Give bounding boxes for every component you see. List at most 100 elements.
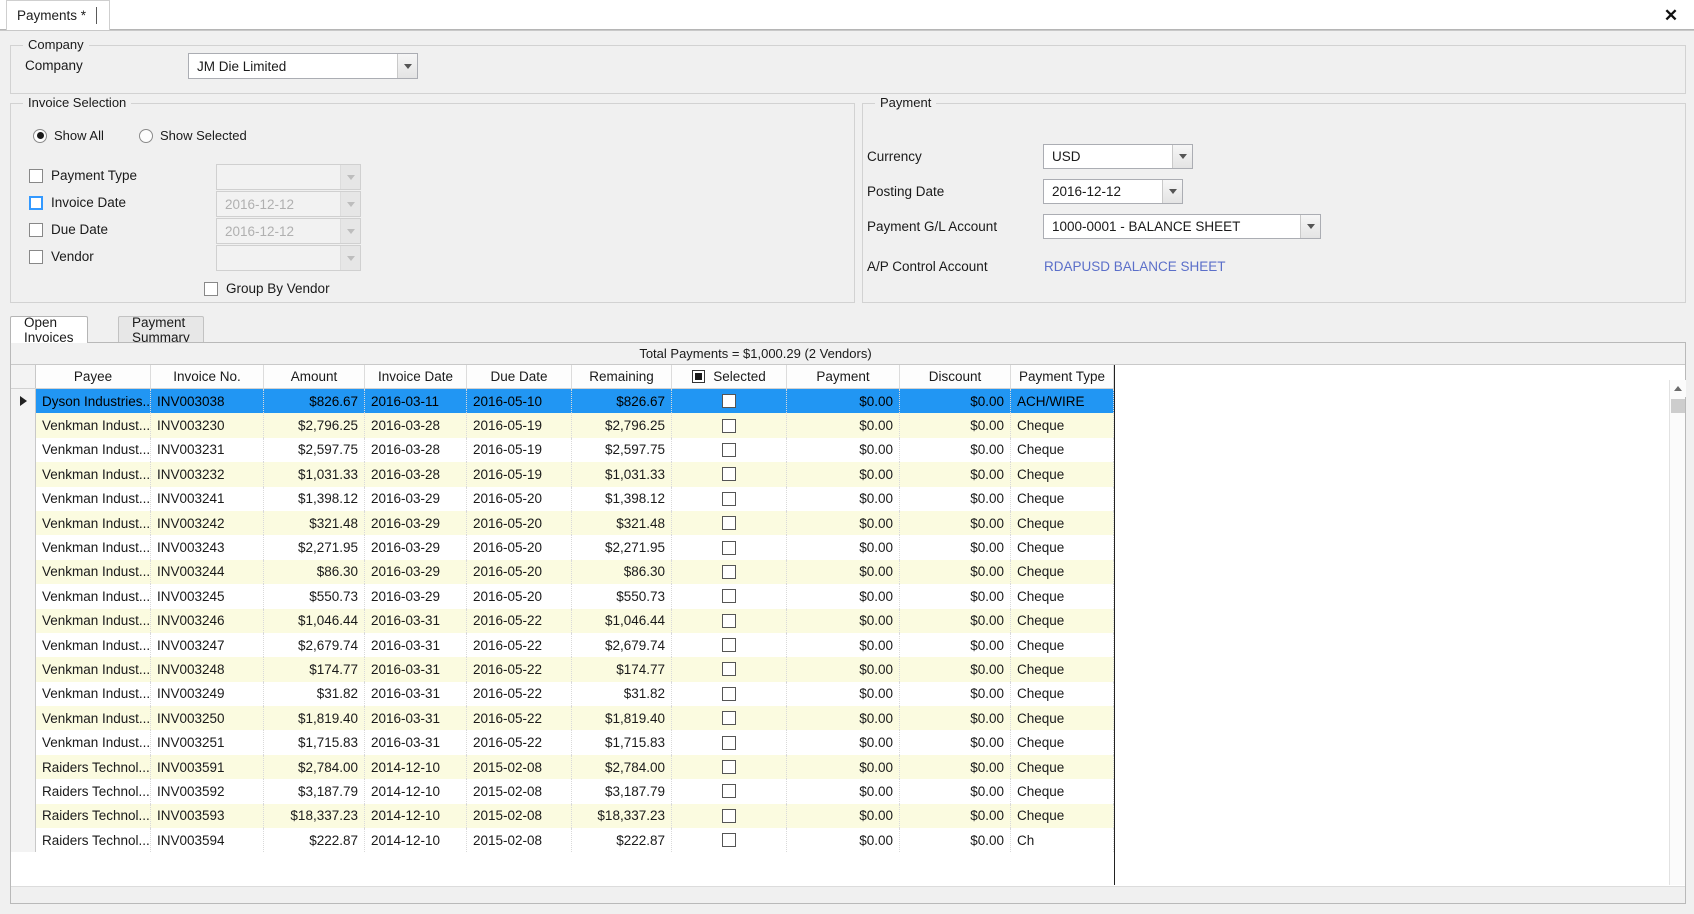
checkbox-icon[interactable] <box>722 833 736 848</box>
company-select[interactable]: JM Die Limited <box>188 53 418 79</box>
filter-invoice-date-select[interactable]: 2016-12-12 <box>216 191 361 217</box>
currency-select[interactable]: USD <box>1043 144 1193 169</box>
checkbox-icon[interactable] <box>722 589 736 604</box>
grid-header-payment-type[interactable]: Payment Type <box>1011 365 1114 388</box>
chevron-down-icon[interactable] <box>1172 145 1192 168</box>
scrollbar-thumb[interactable] <box>1671 399 1685 413</box>
table-row[interactable]: Raiders Technol... INV003591 $2,784.00 2014… <box>11 754 1114 780</box>
tab-payment-summary[interactable]: Payment Summary <box>118 315 204 345</box>
table-row[interactable]: Venkman Indust... INV003243 $2,271.95 2016-… <box>11 535 1114 560</box>
row-indicator[interactable] <box>11 584 36 609</box>
radio-show-selected[interactable]: Show Selected <box>139 128 247 143</box>
table-row[interactable]: Venkman Indust... INV003242 $321.48 2016-03… <box>11 510 1114 536</box>
grid-header-amount[interactable]: Amount <box>264 365 365 388</box>
table-row[interactable]: Dyson Industries... INV003038 $826.67 2016-… <box>11 389 1114 414</box>
table-row[interactable]: Venkman Indust... INV003232 $1,031.33 2016-… <box>11 462 1114 487</box>
chevron-down-icon[interactable] <box>397 54 417 78</box>
chevron-down-icon[interactable] <box>340 219 360 243</box>
cell-selected-checkbox[interactable] <box>672 632 787 658</box>
checkbox-icon[interactable] <box>722 467 736 482</box>
cell-selected-checkbox[interactable] <box>672 779 787 804</box>
row-indicator[interactable] <box>11 706 36 731</box>
table-row[interactable]: Venkman Indust... INV003245 $550.73 2016-03… <box>11 584 1114 609</box>
checkbox-icon[interactable] <box>722 540 736 555</box>
cell-selected-checkbox[interactable] <box>672 510 787 536</box>
cell-selected-checkbox[interactable] <box>672 535 787 560</box>
row-indicator[interactable] <box>11 559 36 585</box>
row-indicator[interactable] <box>11 657 36 682</box>
checkbox-icon[interactable] <box>722 808 736 823</box>
row-indicator[interactable] <box>11 754 36 780</box>
filter-vendor-checkbox[interactable]: Vendor <box>29 249 94 264</box>
filter-payment-type-select[interactable] <box>216 164 361 190</box>
document-tab-payments[interactable]: Payments * <box>6 0 111 30</box>
checkbox-icon[interactable] <box>722 516 736 531</box>
checkbox-icon[interactable] <box>722 784 736 799</box>
checkbox-icon[interactable] <box>722 491 736 506</box>
filter-invoice-date-checkbox[interactable]: Invoice Date <box>29 195 126 210</box>
grid-header-discount[interactable]: Discount <box>900 365 1011 388</box>
row-indicator[interactable] <box>11 462 36 487</box>
ap-control-account-link[interactable]: RDAPUSD BALANCE SHEET <box>1044 259 1226 274</box>
scroll-up-icon[interactable] <box>1670 380 1686 397</box>
row-indicator[interactable] <box>11 510 36 536</box>
grid-header-selected[interactable]: Selected <box>672 365 787 388</box>
table-row[interactable]: Venkman Indust... INV003248 $174.77 2016-03… <box>11 657 1114 682</box>
cell-selected-checkbox[interactable] <box>672 584 787 609</box>
radio-show-all[interactable]: Show All <box>33 128 104 143</box>
checkbox-icon[interactable] <box>722 662 736 677</box>
cell-selected-checkbox[interactable] <box>672 706 787 731</box>
cell-selected-checkbox[interactable] <box>672 730 787 755</box>
checkbox-partial-icon[interactable] <box>692 370 706 383</box>
cell-selected-checkbox[interactable] <box>672 754 787 780</box>
chevron-down-icon[interactable] <box>1300 215 1320 238</box>
row-indicator[interactable] <box>11 486 36 511</box>
row-indicator[interactable] <box>11 681 36 707</box>
grid-horizontal-scrollbar[interactable] <box>11 886 1685 903</box>
row-indicator[interactable] <box>11 730 36 755</box>
row-indicator[interactable] <box>11 437 36 463</box>
cell-selected-checkbox[interactable] <box>672 462 787 487</box>
checkbox-icon[interactable] <box>722 418 736 433</box>
table-row[interactable]: Venkman Indust... INV003231 $2,597.75 2016-… <box>11 437 1114 463</box>
chevron-down-icon[interactable] <box>340 165 360 189</box>
filter-due-date-select[interactable]: 2016-12-12 <box>216 218 361 244</box>
cell-selected-checkbox[interactable] <box>672 413 787 438</box>
table-row[interactable]: Venkman Indust... INV003230 $2,796.25 2016-… <box>11 413 1114 438</box>
filter-vendor-select[interactable] <box>216 245 361 271</box>
table-row[interactable]: Venkman Indust... INV003250 $1,819.40 2016-… <box>11 706 1114 731</box>
cell-selected-checkbox[interactable] <box>672 608 787 633</box>
cell-selected-checkbox[interactable] <box>672 437 787 463</box>
checkbox-icon[interactable] <box>722 711 736 726</box>
close-icon[interactable]: ✕ <box>1659 3 1683 27</box>
row-indicator[interactable] <box>11 535 36 560</box>
row-indicator[interactable] <box>11 828 36 853</box>
filter-due-date-checkbox[interactable]: Due Date <box>29 222 108 237</box>
grid-header-payee[interactable]: Payee <box>36 365 151 388</box>
table-row[interactable]: Venkman Indust... INV003244 $86.30 2016-03-… <box>11 559 1114 585</box>
checkbox-icon[interactable] <box>722 735 736 750</box>
row-indicator[interactable] <box>11 632 36 658</box>
filter-payment-type-checkbox[interactable]: Payment Type <box>29 168 137 183</box>
row-indicator[interactable] <box>11 389 36 414</box>
checkbox-icon[interactable] <box>722 760 736 775</box>
tab-open-invoices[interactable]: Open Invoices <box>10 315 88 345</box>
cell-selected-checkbox[interactable] <box>672 657 787 682</box>
grid-header-due-date[interactable]: Due Date <box>467 365 572 388</box>
cell-selected-checkbox[interactable] <box>672 803 787 829</box>
chevron-down-icon[interactable] <box>340 246 360 270</box>
grid-header-payment[interactable]: Payment <box>787 365 900 388</box>
grid-header-invoice-date[interactable]: Invoice Date <box>365 365 467 388</box>
table-row[interactable]: Raiders Technol... INV003592 $3,187.79 2014… <box>11 779 1114 804</box>
checkbox-icon[interactable] <box>722 564 736 579</box>
cell-selected-checkbox[interactable] <box>672 486 787 511</box>
posting-date-select[interactable]: 2016-12-12 <box>1043 179 1183 204</box>
cell-selected-checkbox[interactable] <box>672 389 787 414</box>
table-row[interactable]: Venkman Indust... INV003251 $1,715.83 2016-… <box>11 730 1114 755</box>
row-indicator[interactable] <box>11 779 36 804</box>
grid-vertical-scrollbar[interactable] <box>1669 380 1686 885</box>
table-row[interactable]: Venkman Indust... INV003249 $31.82 2016-03-… <box>11 681 1114 707</box>
table-row[interactable]: Venkman Indust... INV003241 $1,398.12 2016-… <box>11 486 1114 511</box>
table-row[interactable]: Raiders Technol... INV003593 $18,337.23 201… <box>11 803 1114 829</box>
payment-gl-account-select[interactable]: 1000-0001 - BALANCE SHEET <box>1043 214 1321 239</box>
